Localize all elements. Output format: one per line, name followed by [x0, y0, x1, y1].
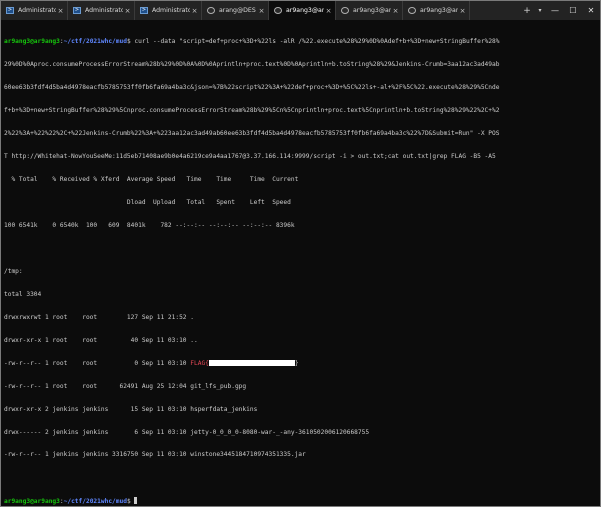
command-prompt-line: ar9ang3@ar9ang3:~/ctf/2021whc/mud$ curl …	[4, 38, 596, 46]
tab-label: ar9ang3@ar	[353, 7, 391, 14]
close-tab-icon[interactable]: ×	[56, 7, 65, 15]
close-tab-icon[interactable]: ×	[324, 7, 333, 15]
close-tab-icon[interactable]: ×	[391, 7, 400, 15]
close-tab-icon[interactable]: ×	[458, 7, 467, 15]
listing-row: -rw-r--r-- 1 jenkins jenkins 3316750 Sep…	[4, 451, 596, 459]
linux-terminal-icon	[207, 7, 215, 14]
redacted-flag	[208, 359, 295, 366]
listing-row-text: -rw-r--r-- 1 root root 0 Sep 11 03:10	[4, 359, 191, 367]
tab-dropdown-button[interactable]: ▾	[534, 1, 546, 20]
new-tab-button[interactable]: +	[520, 1, 534, 20]
prompt-path: ~/ctf/2021whc/mud	[63, 38, 127, 46]
command-continuation: 2%22%3A+%22%22%2C+%22Jenkins-Crumb%22%3A…	[4, 130, 500, 138]
command-continuation: f+b+%3D+new+StringBuffer%28%29%5Cnproc.c…	[4, 107, 500, 115]
listing-row-text: -rw-r--r-- 1 jenkins jenkins 3316750 Sep…	[4, 451, 306, 459]
close-window-button[interactable]: ✕	[582, 1, 600, 20]
listing-directory: /tmp:	[4, 267, 23, 275]
tab-label: arang@DES	[219, 7, 256, 14]
tab-label: Administrato	[18, 7, 56, 14]
linux-terminal-icon	[341, 7, 349, 14]
tab-list: > Administrato × > Administrato × > Administrat…	[1, 1, 520, 20]
text-cursor	[134, 497, 138, 505]
tab-cmd-0[interactable]: > Administrato ×	[1, 1, 68, 20]
minimize-button[interactable]: —	[546, 1, 564, 20]
tab-linux-3[interactable]: arang@DES ×	[202, 1, 269, 20]
listing-row-text: drwxrwxrwt 1 root root 127 Sep 11 21:52 …	[4, 313, 194, 321]
prompt-path: ~/ctf/2021whc/mud	[63, 498, 127, 506]
tab-linux-4[interactable]: ar9ang3@ar ×	[269, 1, 336, 20]
vertical-scrollbar[interactable]	[596, 21, 600, 506]
tab-label: ar9ang3@ar	[286, 7, 324, 14]
prompt-symbol: $	[126, 498, 135, 506]
close-tab-icon[interactable]: ×	[257, 7, 266, 15]
curl-progress-header: % Total % Received % Xferd Average Speed…	[4, 176, 299, 184]
command-prompt-icon: >	[6, 7, 14, 14]
command-text: curl --data "script=def+proc+%3D+%22ls -…	[134, 38, 500, 46]
tab-bar: > Administrato × > Administrato × > Administrat…	[1, 1, 600, 20]
close-tab-icon[interactable]: ×	[123, 7, 132, 15]
command-continuation: T http://Whitehat-NowYouSeeMe:11d5eb7140…	[4, 153, 496, 161]
curl-progress-stats: 100 6541k 0 6540k 100 609 8401k 782 --:-…	[4, 221, 295, 229]
listing-row: drwxr-xr-x 1 root root 40 Sep 11 03:10 .…	[4, 337, 596, 345]
flag-prefix: FLAG{	[190, 359, 209, 367]
listing-row: drwx------ 2 jenkins jenkins 6 Sep 11 03…	[4, 429, 596, 437]
command-prompt-icon: >	[73, 7, 81, 14]
command-prompt-icon: >	[140, 7, 148, 14]
listing-row: drwxr-xr-x 2 jenkins jenkins 15 Sep 11 0…	[4, 406, 596, 414]
listing-row-text: drwxr-xr-x 2 jenkins jenkins 15 Sep 11 0…	[4, 405, 258, 413]
close-tab-icon[interactable]: ×	[190, 7, 199, 15]
terminal-output[interactable]: ar9ang3@ar9ang3:~/ctf/2021whc/mud$ curl …	[4, 23, 596, 506]
tab-cmd-2[interactable]: > Administrato ×	[135, 1, 202, 20]
tab-label: Administrato	[152, 7, 190, 14]
tab-linux-6[interactable]: ar9ang3@ar ×	[403, 1, 470, 20]
window-controls: — ☐ ✕	[546, 1, 600, 20]
maximize-button[interactable]: ☐	[564, 1, 582, 20]
listing-total: total 3304	[4, 290, 42, 298]
curl-progress-header: Dload Upload Total Spent Left Speed	[4, 198, 291, 206]
tab-label: Administrato	[85, 7, 123, 14]
listing-row-text: drwx------ 2 jenkins jenkins 6 Sep 11 03…	[4, 428, 370, 436]
listing-row: drwxrwxrwt 1 root root 127 Sep 11 21:52 …	[4, 314, 596, 322]
terminal-window: > Administrato × > Administrato × > Administrat…	[0, 0, 601, 507]
prompt-user: ar9ang3@ar9ang3	[4, 498, 60, 506]
prompt-user: ar9ang3@ar9ang3	[4, 38, 60, 46]
command-continuation: 60ee63b3fdf4d5ba4d4978eacfb5785753ff0fb6…	[4, 84, 500, 92]
tab-linux-5[interactable]: ar9ang3@ar ×	[336, 1, 403, 20]
current-prompt-line: ar9ang3@ar9ang3:~/ctf/2021whc/mud$	[4, 497, 596, 505]
listing-row: -rw-r--r-- 1 root root 62491 Aug 25 12:0…	[4, 383, 596, 391]
linux-terminal-icon	[274, 7, 282, 14]
tab-label: ar9ang3@ar	[420, 7, 458, 14]
flag-suffix: }	[294, 359, 299, 367]
tab-cmd-1[interactable]: > Administrato ×	[68, 1, 135, 20]
listing-row-text: drwxr-xr-x 1 root root 40 Sep 11 03:10 .…	[4, 336, 198, 344]
linux-terminal-icon	[408, 7, 416, 14]
command-continuation: 29%0D%0Aproc.consumeProcessErrorStream%2…	[4, 61, 500, 69]
listing-row-text: -rw-r--r-- 1 root root 62491 Aug 25 12:0…	[4, 382, 247, 390]
listing-row-flag: -rw-r--r-- 1 root root 0 Sep 11 03:10 FL…	[4, 359, 596, 368]
